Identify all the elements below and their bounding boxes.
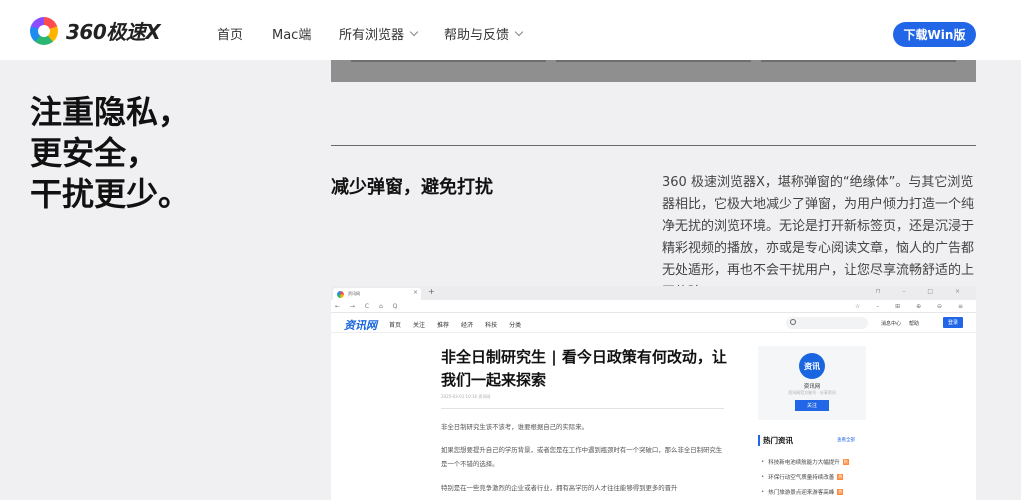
hero-heading: 注重隐私， 更安全， 干扰更少。 <box>30 92 190 215</box>
hot-tag: 热 <box>837 489 844 495</box>
hot-news-text: 环保行动空气质量持续改善 <box>768 475 835 481</box>
section-divider <box>331 145 976 146</box>
author-card: 资讯 资讯网 资讯网官方账号 · 分享资讯 关注 <box>758 346 866 420</box>
plus-icon: + <box>428 287 435 296</box>
browser-mockup: 资讯网 × + ⊓ – □ × ← → C ⌂ Q ☆ – ⊞ ⊕ ⊖ ≡ 资讯… <box>331 286 976 500</box>
hero-line: 注重隐私， <box>30 93 191 131</box>
hot-news-text: 热门旅游景点迎来游客高峰 <box>768 490 835 496</box>
nav-item-all-browsers[interactable]: 所有浏览器 <box>339 24 419 43</box>
image-edge <box>761 60 956 62</box>
feature-title: 减少弹窗，避免打扰 <box>331 177 493 198</box>
nav-item-mac[interactable]: Mac端 <box>272 24 311 43</box>
author-subtitle: 资讯网官方账号 · 分享资讯 <box>788 390 836 395</box>
hot-news-item: 热门旅游景点迎来游客高峰 热 <box>761 488 844 496</box>
nav-arrows-icon: ← → C ⌂ Q <box>335 303 402 310</box>
tab-label: 资讯网 <box>348 291 360 296</box>
top-navbar: 360极速X 首页 Mac端 所有浏览器 帮助与反馈 下载Win版 <box>0 0 1021 60</box>
address-bar: ← → C ⌂ Q ☆ – ⊞ ⊕ ⊖ ≡ <box>331 300 976 313</box>
site-nav-item: 推荐 <box>437 322 450 329</box>
site-nav-item: 首页 <box>389 322 402 329</box>
site-header: 资讯网 首页 关注 推荐 经济 科技 分类 消息中心 帮助 登录 <box>331 313 976 333</box>
hot-news-item: 科技新电池续航能力大幅提升 热 <box>761 458 849 466</box>
site-user-links: 消息中心 帮助 <box>881 320 919 327</box>
site-search-box <box>786 317 868 329</box>
download-win-button[interactable]: 下载Win版 <box>893 22 976 47</box>
site-nav-item: 科技 <box>485 322 498 329</box>
feature-description: 360 极速浏览器X，堪称弹窗的“绝缘体”。与其它浏览器相比，它极大地减少了弹窗… <box>662 175 975 300</box>
hot-news-more-link: 查看全部 <box>837 438 855 443</box>
site-logo: 资讯网 <box>344 319 377 332</box>
nav-item-help-feedback[interactable]: 帮助与反馈 <box>444 24 524 43</box>
follow-button: 关注 <box>795 400 829 411</box>
hot-tag: 热 <box>837 474 844 480</box>
article-paragraph: 特别是在一些竞争激烈的企业或者行业，拥有高学历的人才往往能够得到更多的晋升 <box>441 484 678 492</box>
image-edge <box>556 60 751 62</box>
nav-item-label: Mac端 <box>272 28 312 43</box>
hot-news-item: 环保行动空气质量持续改善 热 <box>761 473 844 481</box>
nav-item-label: 所有浏览器 <box>339 28 405 43</box>
article-paragraph: 非全日制研究生该不该考，谁要根据自己的实际来。 <box>441 423 588 431</box>
nav-item-home[interactable]: 首页 <box>217 24 243 43</box>
search-icon <box>790 319 796 325</box>
login-button: 登录 <box>943 317 963 328</box>
site-nav: 首页 关注 推荐 经济 科技 分类 <box>389 320 521 329</box>
tab-bar: 资讯网 × + ⊓ – □ × <box>331 286 976 300</box>
hot-news-text: 科技新电池续航能力大幅提升 <box>768 460 840 466</box>
article-title: 非全日制研究生 | 看今日政策有何改动，让我们一起来探索 <box>441 348 727 389</box>
hot-tag: 热 <box>842 459 849 465</box>
article-meta: 2025-03-01 10:16 资讯网 <box>441 394 491 399</box>
360-logo-icon <box>30 16 58 45</box>
message-center-link: 消息中心 <box>881 321 902 327</box>
window-controls: ⊓ – □ × <box>875 288 970 295</box>
site-nav-item: 经济 <box>461 322 474 329</box>
toolbar-icons: ☆ – ⊞ ⊕ ⊖ ≡ <box>854 303 970 310</box>
brand-name: 360极速X <box>66 20 161 44</box>
close-icon: × <box>412 289 418 296</box>
hot-news-title: 热门资讯 <box>758 435 793 446</box>
hero-line: 更安全， <box>30 134 159 172</box>
article-divider <box>441 408 724 409</box>
avatar: 资讯 <box>799 353 825 379</box>
author-name: 资讯网 <box>803 384 821 390</box>
site-nav-item: 分类 <box>509 322 522 329</box>
nav-item-label: 帮助与反馈 <box>444 28 510 43</box>
previous-screenshot-image <box>331 60 976 82</box>
article-paragraph: 如果您想要提升自己的学历背景，或者您是在工作中遇到瓶颈时有一个突破口，那么非全日… <box>441 446 723 468</box>
browser-tab: 资讯网 × <box>333 288 421 300</box>
hero-line: 干扰更少。 <box>30 175 191 213</box>
favicon-icon <box>337 290 344 298</box>
chevron-down-icon <box>409 27 419 37</box>
help-link: 帮助 <box>909 321 920 327</box>
nav-item-label: 首页 <box>217 28 244 43</box>
chevron-down-icon <box>514 27 524 37</box>
brand-logo[interactable]: 360极速X <box>30 16 161 45</box>
image-edge <box>351 60 546 62</box>
site-nav-item: 关注 <box>413 322 426 329</box>
